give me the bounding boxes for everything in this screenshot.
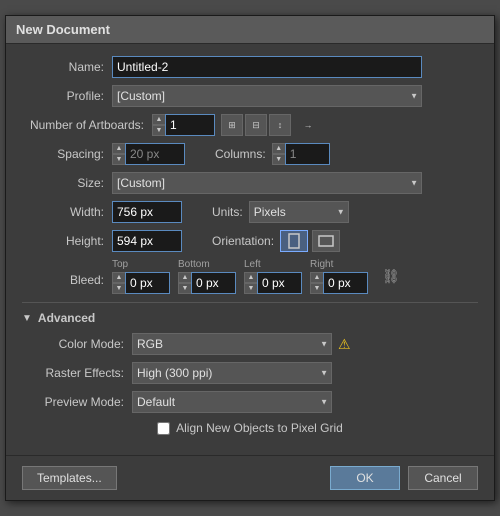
orientation-group (280, 230, 340, 252)
bleed-top-down[interactable]: ▼ (112, 283, 126, 294)
bleed-row: Bleed: Top ▲ ▼ Bottom (22, 259, 478, 294)
grid-icon-1[interactable]: ⊞ (221, 114, 243, 136)
bleed-left: Left ▲ ▼ (244, 259, 302, 294)
bottom-bar: Templates... OK Cancel (6, 455, 494, 500)
columns-spinner: ▲ ▼ (272, 143, 330, 165)
columns-up-btn[interactable]: ▲ (272, 143, 286, 154)
bleed-bottom-input[interactable] (191, 272, 236, 294)
artboards-input[interactable] (165, 114, 215, 136)
raster-label: Raster Effects: (22, 366, 132, 380)
bleed-right: Right ▲ ▼ (310, 259, 368, 294)
artboards-up-btn[interactable]: ▲ (152, 114, 166, 125)
advanced-arrow-icon: ▼ (22, 313, 32, 324)
profile-label: Profile: (22, 89, 112, 103)
size-row: Size: [Custom] (22, 172, 478, 194)
grid-icon-2[interactable]: ⊟ (245, 114, 267, 136)
width-input[interactable] (112, 201, 182, 223)
bleed-label: Bleed: (22, 273, 112, 287)
bleed-bottom: Bottom ▲ ▼ (178, 259, 236, 294)
preview-row: Preview Mode: Default Pixel Overprint (22, 391, 478, 413)
preview-label: Preview Mode: (22, 395, 132, 409)
bleed-bottom-label: Bottom (178, 259, 210, 270)
colormode-label: Color Mode: (22, 337, 132, 351)
raster-select[interactable]: High (300 ppi) Medium (150 ppi) Screen (… (132, 362, 332, 384)
units-select[interactable]: Pixels (249, 201, 349, 223)
bleed-left-up[interactable]: ▲ (244, 272, 258, 283)
colormode-select[interactable]: RGB CMYK (132, 333, 332, 355)
bleed-right-input[interactable] (323, 272, 368, 294)
preview-select[interactable]: Default Pixel Overprint (132, 391, 332, 413)
spacing-up-btn[interactable]: ▲ (112, 143, 126, 154)
align-checkbox-row: Align New Objects to Pixel Grid (22, 421, 478, 435)
bleed-top-up[interactable]: ▲ (112, 272, 126, 283)
bleed-right-label: Right (310, 259, 333, 270)
bleed-bottom-up[interactable]: ▲ (178, 272, 192, 283)
size-label: Size: (22, 176, 112, 190)
units-label: Units: (212, 205, 243, 219)
arrange-icon[interactable]: → (297, 114, 319, 136)
bleed-right-up[interactable]: ▲ (310, 272, 324, 283)
height-label: Height: (22, 234, 112, 248)
name-row: Name: (22, 56, 478, 78)
orientation-label: Orientation: (212, 234, 274, 248)
artboards-down-btn[interactable]: ▼ (152, 125, 166, 136)
name-input[interactable] (112, 56, 422, 78)
bleed-top: Top ▲ ▼ (112, 259, 170, 294)
grid-icon-3[interactable]: ↕ (269, 114, 291, 136)
colormode-row: Color Mode: RGB CMYK ⚠ (22, 333, 478, 355)
dialog-title: New Document (6, 16, 494, 44)
width-label: Width: (22, 205, 112, 219)
profile-select[interactable]: [Custom] (112, 85, 422, 107)
align-checkbox-label: Align New Objects to Pixel Grid (176, 421, 343, 435)
spacing-input[interactable] (125, 143, 185, 165)
bleed-top-label: Top (112, 259, 128, 270)
profile-row: Profile: [Custom] (22, 85, 478, 107)
artboards-row: Number of Artboards: ▲ ▼ ⊞ ⊟ ↕ → (22, 114, 478, 136)
warning-icon: ⚠ (338, 336, 351, 353)
ok-button[interactable]: OK (330, 466, 400, 490)
new-document-dialog: New Document Name: Profile: [Custom] Num… (5, 15, 495, 501)
spacing-spinner: ▲ ▼ (112, 143, 185, 165)
columns-down-btn[interactable]: ▼ (272, 154, 286, 165)
height-orientation-row: Height: Orientation: (22, 230, 478, 252)
raster-row: Raster Effects: High (300 ppi) Medium (1… (22, 362, 478, 384)
advanced-header[interactable]: ▼ Advanced (22, 311, 478, 325)
size-select[interactable]: [Custom] (112, 172, 422, 194)
bleed-left-down[interactable]: ▼ (244, 283, 258, 294)
artboards-label: Number of Artboards: (22, 118, 152, 132)
align-checkbox[interactable] (157, 422, 170, 435)
bleed-bottom-down[interactable]: ▼ (178, 283, 192, 294)
cancel-button[interactable]: Cancel (408, 466, 478, 490)
columns-label: Columns: (215, 147, 266, 161)
landscape-icon (318, 235, 334, 247)
spacing-row: Spacing: ▲ ▼ Columns: ▲ ▼ (22, 143, 478, 165)
portrait-icon (288, 233, 300, 249)
height-input[interactable] (112, 230, 182, 252)
bleed-top-input[interactable] (125, 272, 170, 294)
bleed-right-down[interactable]: ▼ (310, 283, 324, 294)
bleed-left-input[interactable] (257, 272, 302, 294)
landscape-btn[interactable] (312, 230, 340, 252)
bleed-group: Top ▲ ▼ Bottom ▲ ▼ (112, 259, 400, 294)
advanced-label: Advanced (38, 311, 95, 325)
link-icon[interactable]: ⛓ (382, 268, 400, 285)
spacing-label: Spacing: (22, 147, 112, 161)
name-label: Name: (22, 60, 112, 74)
section-divider (22, 302, 478, 303)
artboards-spinner: ▲ ▼ (152, 114, 215, 136)
bleed-left-label: Left (244, 259, 261, 270)
width-units-row: Width: Units: Pixels (22, 201, 478, 223)
spacing-down-btn[interactable]: ▼ (112, 154, 126, 165)
templates-button[interactable]: Templates... (22, 466, 117, 490)
portrait-btn[interactable] (280, 230, 308, 252)
columns-input[interactable] (285, 143, 330, 165)
